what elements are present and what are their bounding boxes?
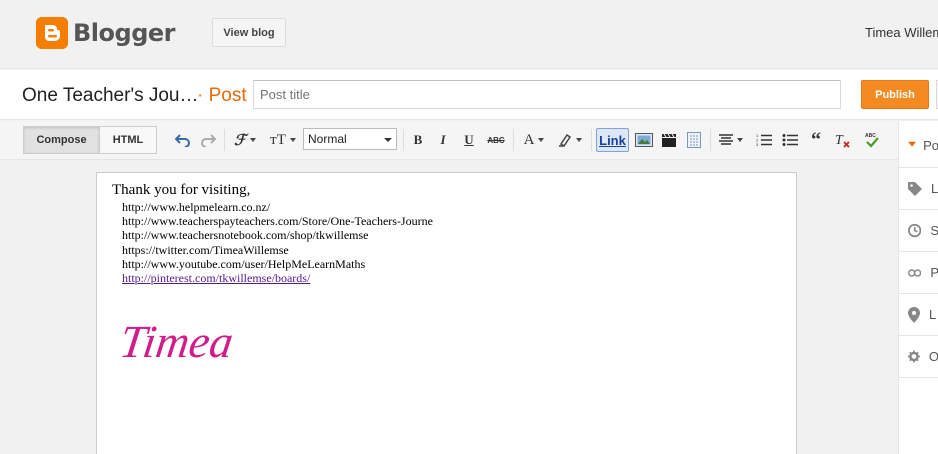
text-size-button[interactable]: тT <box>268 129 298 151</box>
italic-icon[interactable]: I <box>435 129 451 151</box>
post-body-editor[interactable]: Thank you for visiting, http://www.helpm… <box>96 172 797 454</box>
underline-icon[interactable]: U <box>461 129 477 151</box>
signature-text: Timea <box>121 316 236 367</box>
link-button[interactable]: Link <box>596 128 629 152</box>
bullet-list-icon[interactable] <box>780 129 800 151</box>
text-color-icon: A <box>523 131 535 148</box>
align-button[interactable] <box>716 129 746 151</box>
list-item: http://www.youtube.com/user/HelpMeLearnM… <box>122 256 366 271</box>
link-list: http://www.helpmelearn.co.nz/ http://www… <box>122 200 433 285</box>
highlight-button[interactable] <box>555 129 585 151</box>
toolbar-divider <box>710 129 711 151</box>
sidebar-item-label: S <box>930 223 938 238</box>
sidebar-item-label: O <box>928 349 938 364</box>
html-mode-button[interactable]: HTML <box>100 126 157 154</box>
top-bar: Blogger View blog Timea Willemse <box>0 0 938 69</box>
sidebar-item-label: L <box>931 181 938 196</box>
breadcrumb-separator: · <box>197 85 204 106</box>
permalink-icon <box>908 268 922 277</box>
blogger-logo[interactable]: Blogger <box>36 17 175 49</box>
post-settings-sidebar: Po L S P L O <box>898 121 938 454</box>
breadcrumb-post: Post <box>208 85 247 106</box>
format-select[interactable]: Normal <box>303 128 397 150</box>
chevron-down-icon <box>908 141 917 147</box>
strikethrough-icon[interactable]: ABC <box>486 129 506 151</box>
chevron-down-icon <box>576 138 582 142</box>
mode-switch: Compose HTML <box>23 126 157 154</box>
list-item: http://www.teachersnotebook.com/shop/tkw… <box>122 228 369 243</box>
chevron-down-icon <box>384 138 392 142</box>
list-item: http://www.teacherspayteachers.com/Store… <box>122 214 433 229</box>
user-name[interactable]: Timea Willemse <box>865 25 938 40</box>
chevron-down-icon <box>538 138 545 142</box>
video-icon[interactable] <box>659 129 679 151</box>
blog-name[interactable]: One Teacher's Jou… <box>22 85 198 107</box>
sidebar-item-labels[interactable]: L <box>899 168 938 210</box>
sidebar-item-label: L <box>929 307 937 322</box>
view-blog-button[interactable]: View blog <box>212 18 286 47</box>
signature-image[interactable]: Timea <box>117 309 281 374</box>
toolbar-divider <box>591 129 592 151</box>
pinterest-link[interactable]: http://pinterest.com/tkwillemse/boards/ <box>122 271 433 285</box>
jump-break-icon[interactable] <box>684 129 704 151</box>
toolbar-divider <box>513 129 514 151</box>
svg-text:ABC: ABC <box>865 133 876 139</box>
quote-icon[interactable]: “ <box>806 129 826 151</box>
sidebar-item-label: P <box>930 265 938 280</box>
options-gear-icon <box>908 350 920 363</box>
bold-icon[interactable]: B <box>410 129 426 151</box>
chevron-down-icon <box>289 138 296 142</box>
editor-toolbar: Compose HTML ℱ тT Normal B I U ABC A Lin… <box>0 121 898 160</box>
chevron-down-icon <box>249 138 256 142</box>
sidebar-item-location[interactable]: L <box>899 294 938 336</box>
sidebar-item-post-settings[interactable]: Po <box>899 123 938 168</box>
schedule-clock-icon <box>908 223 922 238</box>
post-title-input[interactable] <box>253 80 841 109</box>
font-family-button[interactable]: ℱ <box>230 129 260 151</box>
list-item: https://twitter.com/TimeaWillemse <box>122 242 289 257</box>
breadcrumb-section: · Post <box>197 85 247 107</box>
image-icon[interactable] <box>634 129 654 151</box>
title-row: One Teacher's Jou… · Post Publish <box>0 70 938 120</box>
label-tag-icon <box>908 181 922 196</box>
compose-mode-button[interactable]: Compose <box>23 126 100 154</box>
numbered-list-icon[interactable]: 123 <box>754 129 774 151</box>
sidebar-item-label: Po <box>923 137 938 153</box>
toolbar-divider <box>224 129 225 151</box>
blogger-logo-icon <box>36 17 68 49</box>
list-item: http://www.helpmelearn.co.nz/ <box>122 200 271 214</box>
spellcheck-icon[interactable]: ABC <box>862 129 882 151</box>
greeting-text: Thank you for visiting, <box>112 182 251 198</box>
highlight-icon <box>559 133 572 147</box>
text-color-button[interactable]: A <box>519 129 549 151</box>
remove-formatting-icon[interactable]: T <box>832 129 852 151</box>
location-pin-icon <box>908 306 920 323</box>
sidebar-item-permalink[interactable]: P <box>899 252 938 294</box>
svg-text:3: 3 <box>756 142 759 147</box>
chevron-down-icon <box>737 138 743 142</box>
blogger-logo-text: Blogger <box>73 19 175 47</box>
svg-text:T: T <box>835 133 844 148</box>
toolbar-divider <box>403 129 404 151</box>
text-size-icon: тT <box>270 131 286 148</box>
font-icon: ℱ <box>234 132 246 149</box>
format-select-value: Normal <box>308 132 347 146</box>
redo-icon[interactable] <box>199 129 217 151</box>
align-icon <box>719 134 733 145</box>
blogger-post-editor: Blogger View blog Timea Willemse One Tea… <box>0 0 938 454</box>
publish-button[interactable]: Publish <box>861 80 929 109</box>
sidebar-item-options[interactable]: O <box>899 336 938 378</box>
sidebar-item-schedule[interactable]: S <box>899 210 938 252</box>
undo-icon[interactable] <box>174 129 192 151</box>
